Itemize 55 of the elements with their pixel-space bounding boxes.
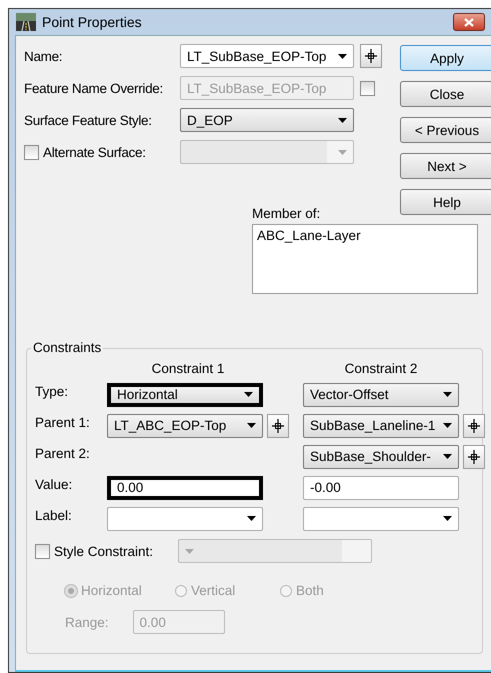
- field-label: Name:: [24, 48, 62, 64]
- row-label: Value:: [35, 476, 74, 492]
- dropdown-arrow-icon: [247, 516, 256, 521]
- pick-point-button[interactable]: [463, 414, 485, 438]
- window-title: Point Properties: [42, 14, 142, 30]
- field-label: Feature Name Override:: [24, 80, 163, 96]
- field-label: Alternate Surface:: [43, 144, 146, 160]
- row-label: Type:: [35, 383, 70, 399]
- dialog-button[interactable]: < Previous: [400, 117, 491, 143]
- pick-point-button[interactable]: [463, 444, 485, 468]
- range-label: Range:: [65, 614, 109, 630]
- field-label: Surface Feature Style:: [24, 112, 152, 128]
- dropdown[interactable]: LT_ABC_EOP-Top: [107, 414, 263, 438]
- close-button[interactable]: [453, 13, 485, 31]
- crosshair-icon: [468, 418, 480, 432]
- dropdown-arrow-icon: [185, 548, 194, 554]
- combo-box[interactable]: LT_SubBase_EOP-Top: [180, 44, 354, 68]
- dropdown-arrow-icon: [443, 454, 452, 459]
- dialog-button[interactable]: Apply: [400, 45, 491, 71]
- dropdown-arrow-icon: [338, 150, 347, 154]
- dropdown-arrow-icon: [443, 516, 452, 521]
- dropdown[interactable]: D_EOP: [180, 108, 354, 132]
- dropdown[interactable]: Horizontal: [107, 382, 263, 406]
- column-heading: Constraint 1: [150, 361, 226, 376]
- dropdown-arrow-icon: [247, 423, 256, 428]
- crosshair-icon: [365, 49, 377, 63]
- dropdown[interactable]: SubBase_Laneline-1: [303, 414, 459, 438]
- list-item[interactable]: ABC_Lane-Layer: [257, 228, 361, 243]
- road-icon: [16, 13, 36, 31]
- dialog-button[interactable]: Next >: [400, 153, 491, 179]
- combo-box[interactable]: [303, 506, 459, 530]
- crosshair-icon: [272, 418, 284, 432]
- dropdown-arrow-icon: [338, 54, 347, 58]
- row-label: Label:: [35, 507, 73, 523]
- dropdown-arrow-icon: [338, 118, 347, 122]
- dropdown[interactable]: Vector-Offset: [303, 382, 459, 406]
- member-of-label: Member of:: [252, 206, 322, 221]
- crosshair-icon: [468, 450, 480, 464]
- row-label: Parent 1:: [35, 414, 91, 430]
- row-label: Parent 2:: [35, 445, 91, 461]
- checkbox-label: Style Constraint:: [54, 544, 154, 558]
- column-heading: Constraint 2: [344, 361, 418, 376]
- dropdown-arrow-icon: [443, 392, 452, 397]
- combo-box[interactable]: [107, 506, 263, 530]
- text-field[interactable]: 0.00: [107, 476, 263, 500]
- dropdown-arrow-icon: [443, 423, 452, 428]
- dropdown-arrow-icon: [244, 392, 253, 397]
- pick-point-button[interactable]: [360, 44, 382, 68]
- dropdown[interactable]: SubBase_Shoulder-: [303, 444, 459, 468]
- dialog-button[interactable]: Close: [400, 81, 491, 107]
- group-title: Constraints: [31, 340, 104, 355]
- pick-point-button[interactable]: [267, 414, 289, 438]
- dialog-button[interactable]: Help: [400, 189, 491, 215]
- text-field[interactable]: -0.00: [303, 476, 459, 500]
- close-icon: [464, 18, 474, 26]
